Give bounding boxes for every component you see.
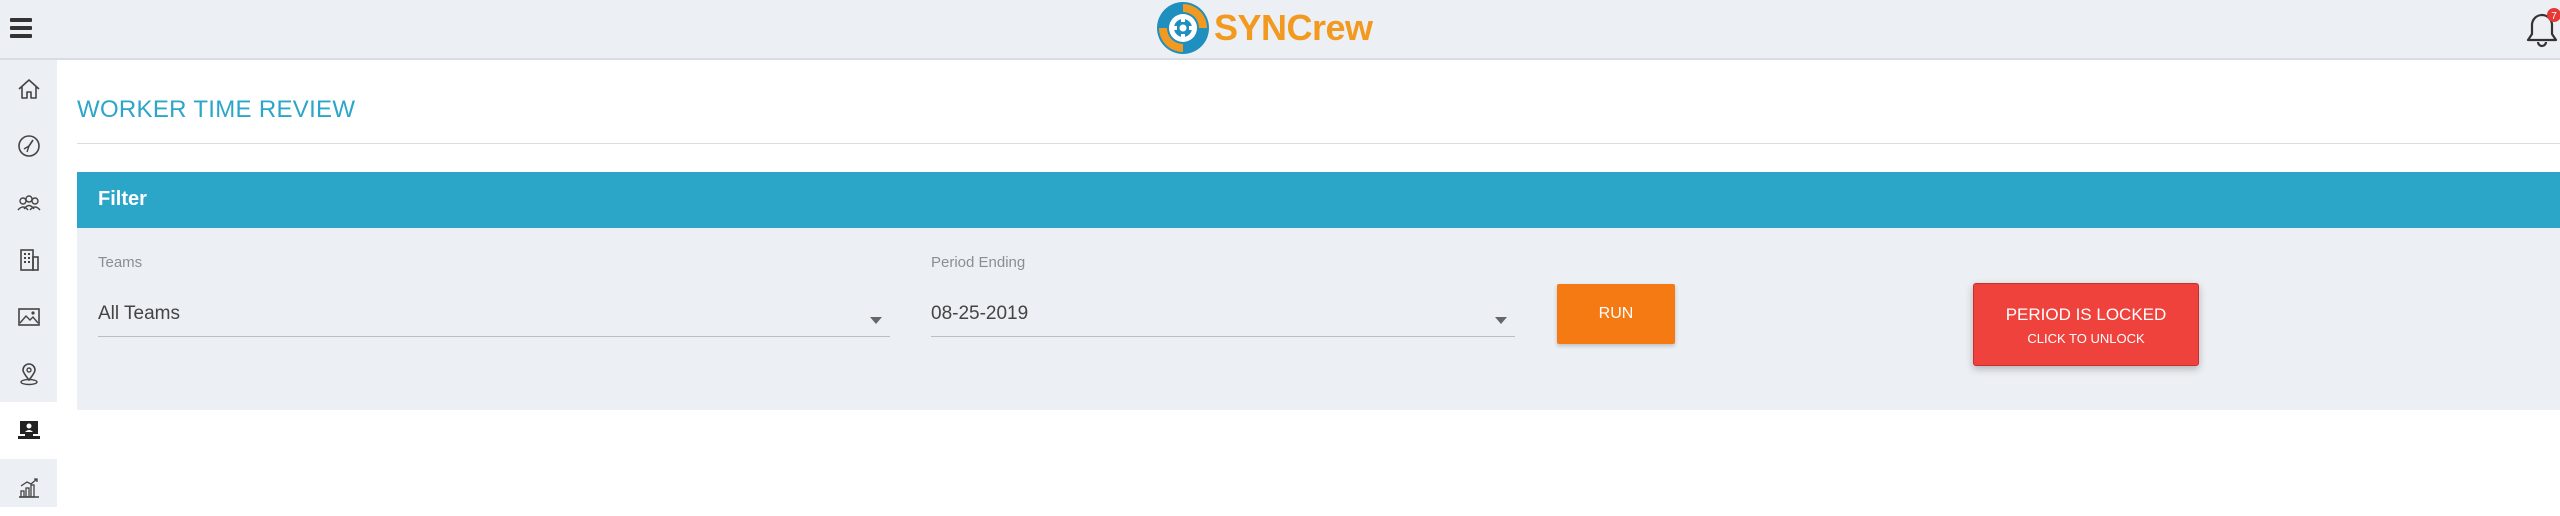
run-button[interactable]: RUN [1557, 284, 1675, 344]
notification-bell[interactable]: 7 [2524, 8, 2560, 48]
logo-text-rest: YNCrew [1237, 7, 1374, 48]
page-title: WORKER TIME REVIEW [77, 96, 356, 123]
hamburger-menu-icon[interactable] [8, 15, 34, 41]
sidebar [0, 60, 57, 507]
image-icon [17, 307, 40, 326]
team-icon [16, 194, 41, 210]
logo-wordmark: SYNCrew [1214, 7, 1373, 49]
filter-header: Filter [77, 172, 2560, 228]
bell-icon: 7 [2526, 8, 2560, 48]
logo-text-s: S [1214, 7, 1238, 48]
sidebar-item-locations[interactable] [0, 345, 57, 402]
home-icon [17, 78, 40, 99]
syncrew-logo: SYNCrew [1156, 0, 1373, 56]
sidebar-item-teams[interactable] [0, 174, 57, 231]
teams-select-value: All Teams [98, 303, 181, 324]
dashboard-icon [17, 134, 40, 157]
title-divider [77, 143, 2560, 144]
teams-label: Teams [98, 254, 143, 271]
worker-computer-icon [17, 420, 40, 439]
period-locked-label: PERIOD IS LOCKED [2005, 305, 2167, 324]
sidebar-item-worker-time[interactable] [0, 402, 57, 459]
sidebar-item-analytics[interactable] [0, 459, 57, 516]
sidebar-item-home[interactable] [0, 60, 57, 117]
building-icon [19, 248, 39, 271]
sidebar-item-dashboard[interactable] [0, 117, 57, 174]
analytics-icon [18, 477, 39, 498]
chevron-down-icon [870, 317, 882, 324]
gear-logo-icon [1157, 2, 1209, 54]
period-ending-label: Period Ending [931, 254, 1026, 271]
period-ending-value: 08-25-2019 [931, 303, 1029, 324]
filter-header-label: Filter [98, 188, 147, 210]
notification-count: 7 [2551, 11, 2557, 22]
sidebar-item-images[interactable] [0, 288, 57, 345]
period-locked-button[interactable]: PERIOD IS LOCKED CLICK TO UNLOCK [1973, 283, 2199, 366]
teams-select[interactable]: All Teams [98, 297, 890, 337]
chevron-down-icon [1495, 317, 1507, 324]
period-ending-select[interactable]: 08-25-2019 [931, 297, 1515, 337]
top-bar: SYNCrew 7 [0, 0, 2560, 60]
click-to-unlock-label: CLICK TO UNLOCK [2027, 331, 2145, 346]
map-pin-icon [19, 362, 38, 385]
sidebar-item-buildings[interactable] [0, 231, 57, 288]
